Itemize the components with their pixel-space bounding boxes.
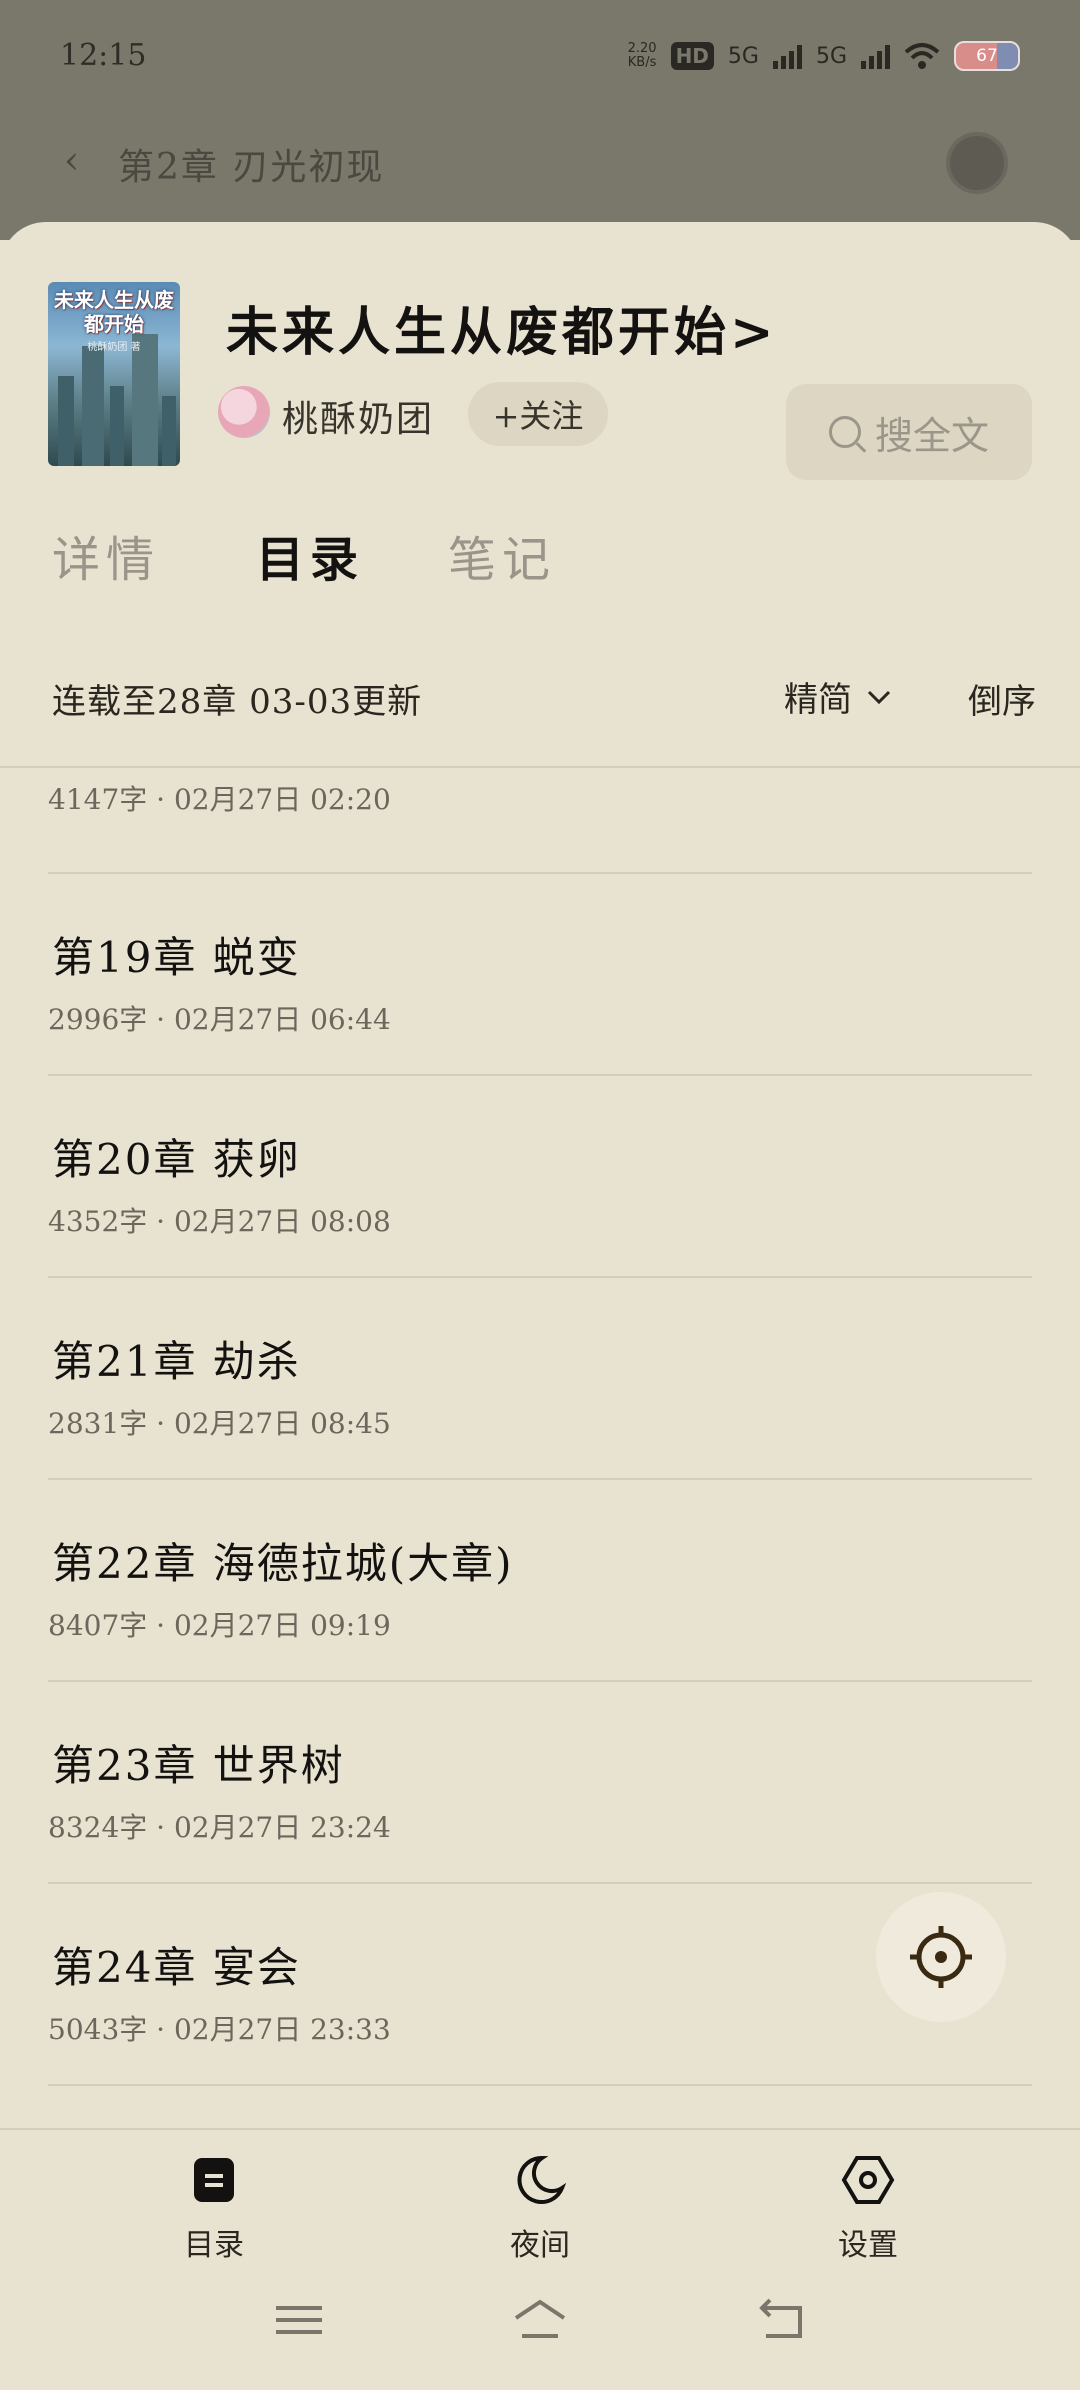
chapter-title: 第21章 劫杀 <box>52 1337 301 1386</box>
chevron-left-icon[interactable]: ‹ <box>64 138 79 182</box>
chevron-down-icon <box>867 690 891 704</box>
search-fulltext-button[interactable]: 搜全文 <box>786 384 1032 480</box>
chapter-row[interactable]: 第21章 劫杀 2831字 · 02月27日 08:45 <box>48 1278 1032 1480</box>
signal-icon <box>772 43 802 69</box>
chapter-row[interactable]: 第22章 海德拉城(大章) 8407字 · 02月27日 09:19 <box>48 1480 1032 1682</box>
cover-title: 未来人生从废都开始 <box>54 288 174 336</box>
search-label: 搜全文 <box>874 413 989 458</box>
crosshair-icon <box>910 1926 972 1988</box>
chapter-meta: 4147字 · 02月27日 02:20 <box>48 783 391 816</box>
hd-voice-icon: HD <box>670 42 714 70</box>
search-icon <box>828 416 861 448</box>
chapter-row[interactable]: 第19章 蜕变 2996字 · 02月27日 06:44 <box>48 874 1032 1076</box>
locate-current-chapter-button[interactable] <box>876 1892 1006 2022</box>
chapter-meta: 2996字 · 02月27日 06:44 <box>48 1003 391 1036</box>
update-info: 连载至28章 03-03更新 <box>52 682 423 722</box>
toolbar-night-button[interactable]: 夜间 <box>470 2152 610 2264</box>
net-speed-unit: KB/s <box>627 55 657 70</box>
tab-toc[interactable]: 目录 <box>256 520 364 590</box>
back-icon[interactable] <box>756 2296 806 2344</box>
author-avatar[interactable] <box>218 386 270 438</box>
chapter-meta: 2831字 · 02月27日 08:45 <box>48 1407 391 1440</box>
chapter-meta: 4352字 · 02月27日 08:08 <box>48 1205 391 1238</box>
settings-icon <box>841 2156 895 2204</box>
chapter-title: 第23章 世界树 <box>52 1741 345 1790</box>
simple-filter-dropdown[interactable]: 精简 <box>784 672 892 721</box>
toolbar-settings-button[interactable]: 设置 <box>798 2152 938 2264</box>
signal-icon <box>861 43 890 69</box>
toolbar-night-label: 夜间 <box>510 2228 570 2263</box>
chapter-meta: 8407字 · 02月27日 09:19 <box>48 1609 391 1642</box>
chapter-title: 第22章 海德拉城(大章) <box>52 1539 514 1588</box>
menu-icon[interactable] <box>274 2296 324 2344</box>
moon-icon <box>517 2155 567 2204</box>
battery-icon: 67 <box>954 41 1020 71</box>
net-speed-value: 2.20 <box>627 41 657 56</box>
sim2-label: 5G <box>815 43 847 69</box>
follow-button[interactable]: +关注 <box>468 382 608 446</box>
simple-filter-label: 精简 <box>784 680 852 720</box>
toolbar-toc-label: 目录 <box>184 2228 244 2263</box>
reverse-order-button[interactable]: 倒序 <box>968 674 1036 723</box>
toolbar-toc-button[interactable]: 目录 <box>144 2152 284 2264</box>
book-title[interactable]: 未来人生从废都开始> <box>226 290 778 365</box>
tab-notes[interactable]: 笔记 <box>448 520 556 590</box>
status-time: 12:15 <box>60 38 147 73</box>
tab-details[interactable]: 详情 <box>52 520 160 590</box>
net-speed: 2.20 KB/s <box>628 42 657 70</box>
chapter-title: 第19章 蜕变 <box>52 933 301 982</box>
chapter-row[interactable]: 第20章 获卵 4352字 · 02月27日 08:08 <box>48 1076 1032 1278</box>
toolbar-settings-label: 设置 <box>838 2228 898 2263</box>
reader-chapter-title: 第2章 刃光初现 <box>118 147 385 188</box>
reader-profile-icon[interactable] <box>946 132 1008 194</box>
toc-icon <box>194 2158 234 2202</box>
author-name[interactable]: 桃酥奶团 <box>282 390 434 442</box>
wifi-icon <box>904 43 940 69</box>
status-icons: 2.20 KB/s HD 5G 5G 67 <box>628 36 1020 76</box>
cover-author: 桃酥奶团 著 <box>87 342 141 353</box>
chapter-meta: 8324字 · 02月27日 23:24 <box>48 1811 391 1844</box>
chapter-meta: 5043字 · 02月27日 23:33 <box>48 2013 391 2046</box>
sim1-label: 5G <box>727 43 759 69</box>
chapter-title: 第20章 获卵 <box>52 1135 301 1184</box>
book-cover[interactable]: 未来人生从废都开始 桃酥奶团 著 <box>48 282 180 466</box>
chapter-row[interactable]: 第23章 世界树 8324字 · 02月27日 23:24 <box>48 1682 1032 1884</box>
home-icon[interactable] <box>512 2296 568 2344</box>
chapter-row[interactable]: 4147字 · 02月27日 02:20 <box>48 768 1032 874</box>
chapter-title: 第24章 宴会 <box>52 1943 301 1992</box>
